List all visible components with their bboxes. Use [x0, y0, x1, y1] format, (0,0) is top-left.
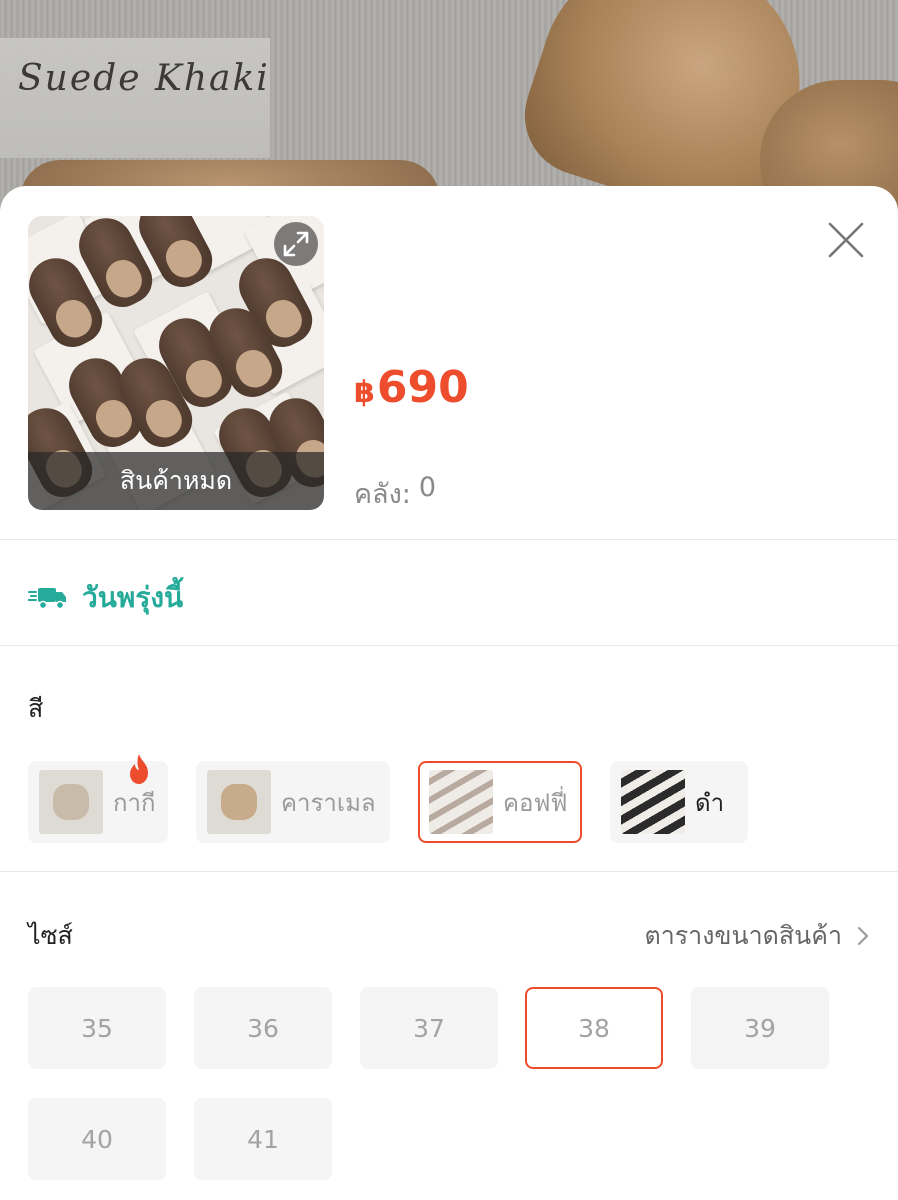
hero-caption: Suede Khaki: [18, 58, 270, 99]
size-option[interactable]: 40: [28, 1098, 166, 1180]
size-option[interactable]: 38: [525, 987, 663, 1069]
swatch-shoe: [53, 784, 89, 820]
expand-icon: [283, 231, 309, 257]
expand-image-button[interactable]: [274, 222, 318, 266]
close-icon: [828, 222, 864, 258]
soldout-label: สินค้าหมด: [28, 452, 324, 510]
bottom-sheet: สินค้าหมด ฿ 690 คลัง: 0 วันพรุ่งนี้ สี ก…: [0, 186, 898, 1200]
shipping-info: วันพรุ่งนี้: [28, 576, 183, 620]
color-option-label: คอฟฟี่: [503, 788, 568, 817]
color-section-label: สี: [28, 694, 44, 723]
swatch-shoe: [221, 784, 257, 820]
close-button[interactable]: [826, 220, 866, 260]
stock-info: คลัง: 0: [354, 472, 436, 515]
size-section-label: ไซส์: [28, 921, 73, 950]
variant-selector-screen: Suede Khaki สินค้าหมด ฿ 690 คลัง: 0 วันพ…: [0, 0, 898, 1200]
size-option[interactable]: 36: [194, 987, 332, 1069]
divider: [0, 871, 898, 872]
size-chart-link[interactable]: ตารางขนาดสินค้า: [644, 916, 868, 956]
color-option-label: กากี: [113, 788, 156, 817]
fire-icon: [130, 754, 148, 784]
shipping-label: วันพรุ่งนี้: [82, 581, 184, 614]
chevron-right-icon: [858, 927, 868, 945]
divider: [0, 645, 898, 646]
color-option[interactable]: คาราเมล: [196, 761, 390, 843]
size-option[interactable]: 37: [360, 987, 498, 1069]
color-option[interactable]: ดำ: [610, 761, 748, 843]
color-option[interactable]: คอฟฟี่: [418, 761, 582, 843]
color-option-image: [621, 770, 685, 834]
stock-value: 0: [418, 472, 437, 503]
size-option[interactable]: 41: [194, 1098, 332, 1180]
color-option-image: [39, 770, 103, 834]
color-option-image: [207, 770, 271, 834]
price: ฿ 690: [354, 362, 469, 413]
color-option-image: [429, 770, 493, 834]
price-currency: ฿: [354, 375, 375, 410]
color-option-label: คาราเมล: [281, 788, 376, 817]
color-option-label: ดำ: [695, 788, 725, 817]
color-option[interactable]: กากี: [28, 754, 168, 843]
size-chart-label: ตารางขนาดสินค้า: [644, 921, 842, 950]
price-value: 690: [376, 362, 469, 413]
color-options: กากี คาราเมล คอฟฟี่ ดำ: [28, 754, 868, 843]
delivery-truck-icon: [28, 588, 66, 610]
size-option[interactable]: 39: [691, 987, 829, 1069]
product-thumbnail[interactable]: สินค้าหมด: [28, 216, 324, 510]
divider: [0, 539, 898, 540]
size-option[interactable]: 35: [28, 987, 166, 1069]
stock-label: คลัง:: [354, 479, 411, 510]
